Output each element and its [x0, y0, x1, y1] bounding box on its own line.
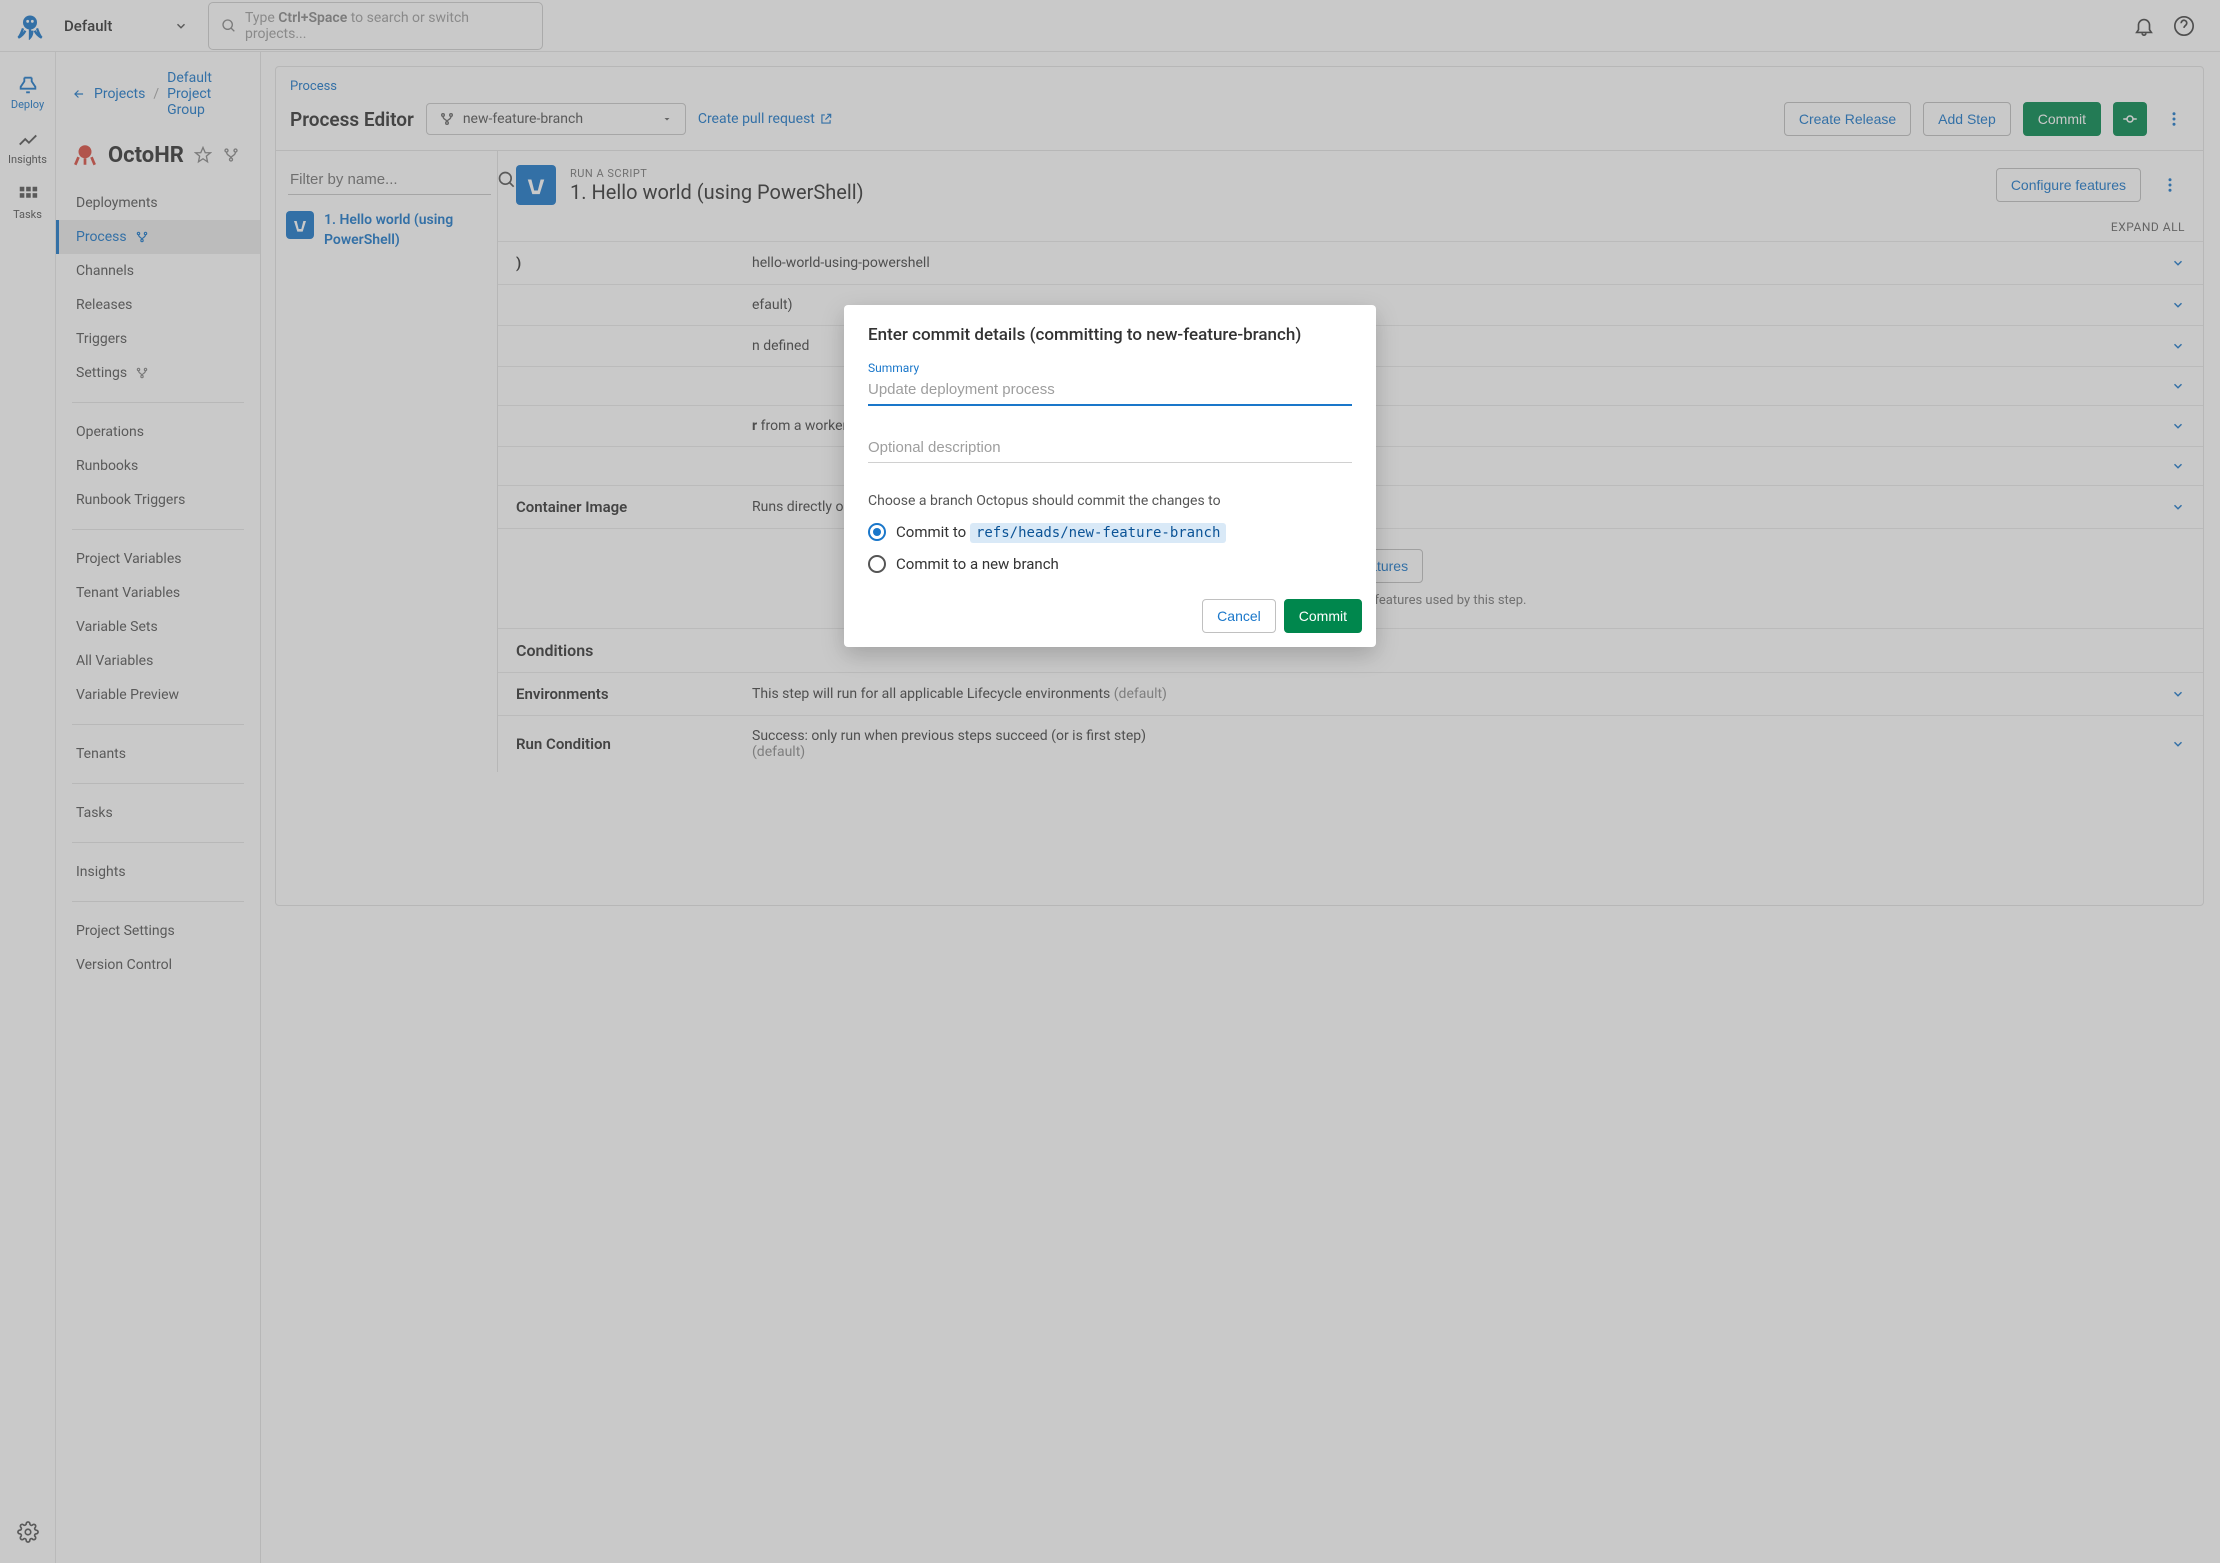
branch-hint: Choose a branch Octopus should commit th… [868, 493, 1352, 509]
commit-button[interactable]: Commit [1284, 599, 1362, 633]
radio-commit-new[interactable]: Commit to a new branch [868, 555, 1352, 573]
radio-commit-existing[interactable]: Commit to refs/heads/new-feature-branch [868, 523, 1352, 541]
radio-icon [868, 555, 886, 573]
modal-overlay: Enter commit details (committing to new-… [0, 0, 2220, 1563]
description-input[interactable] [868, 420, 1352, 463]
modal-title: Enter commit details (committing to new-… [868, 325, 1352, 345]
commit-modal: Enter commit details (committing to new-… [844, 305, 1376, 647]
summary-label: Summary [868, 361, 1352, 375]
cancel-button[interactable]: Cancel [1202, 599, 1276, 633]
radio-icon [868, 523, 886, 541]
branch-ref: refs/heads/new-feature-branch [970, 523, 1226, 543]
modal-actions: Cancel Commit [844, 583, 1376, 647]
summary-input[interactable] [868, 375, 1352, 406]
